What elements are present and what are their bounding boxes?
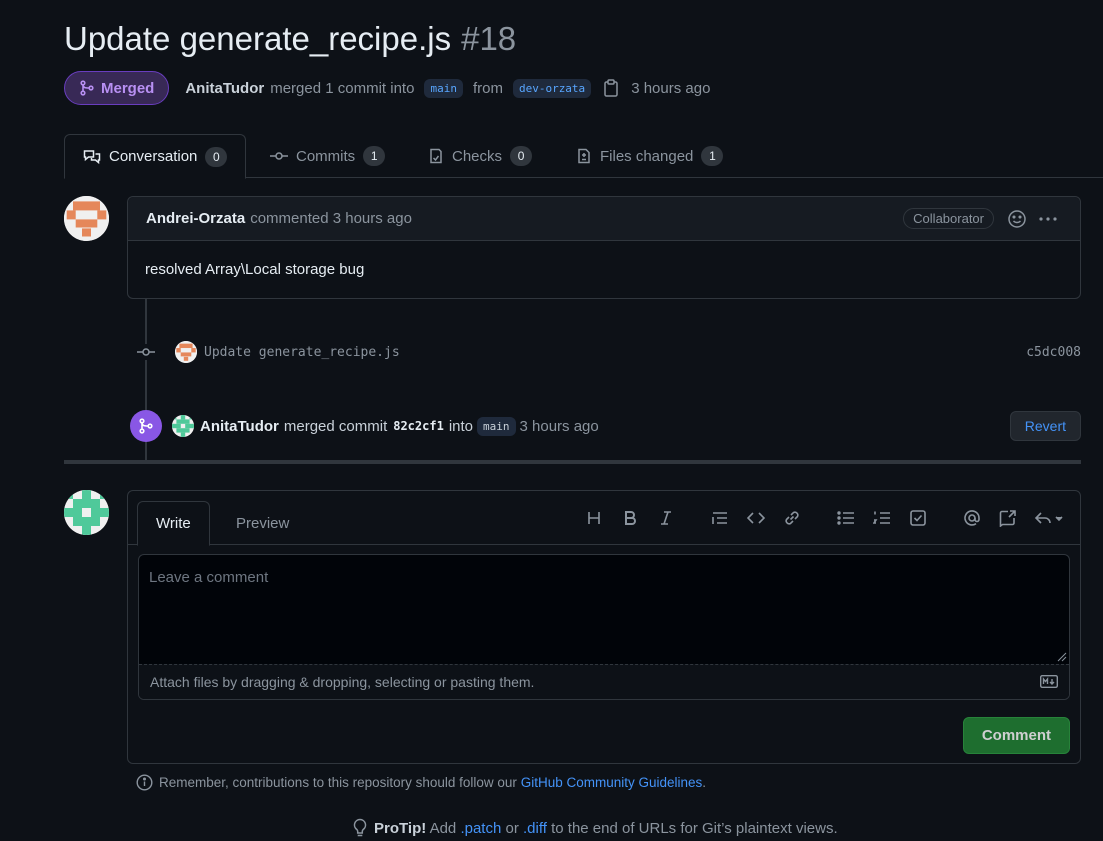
bold-icon[interactable] [619,507,641,529]
merge-text2: into [448,417,473,435]
pr-tabs: Conversation 0 Commits 1 Checks 0 Files … [64,134,1103,179]
cross-reference-icon[interactable] [997,507,1019,529]
diff-link[interactable]: .diff [523,820,547,837]
tab-checks-label: Checks [452,147,503,165]
base-branch[interactable]: main [424,78,463,98]
avatar-andrei-small[interactable] [175,341,197,363]
quote-icon[interactable] [709,507,731,529]
tab-files-count: 1 [701,146,724,166]
comment-box: Andrei-Orzata commented 3 hours ago Coll… [127,196,1081,299]
guidelines-link[interactable]: GitHub Community Guidelines [521,775,703,790]
light-bulb-icon [353,818,367,837]
tab-conversation-count: 0 [205,146,228,167]
tab-checks-count: 0 [510,146,533,166]
protip-t1: Add [429,819,457,837]
head-branch[interactable]: dev-orzata [512,78,592,98]
guidelines-prefix: Remember, contributions to this reposito… [159,775,517,790]
tab-write[interactable]: Write [137,501,210,546]
pr-title: Update generate_recipe.js #18 [64,20,516,58]
commit-message[interactable]: Update generate_recipe.js [204,345,400,360]
tab-commits-label: Commits [296,147,356,165]
checklist-icon [430,148,442,164]
protip-label: ProTip! [374,819,427,837]
comment-action[interactable]: commented 3 hours ago [250,210,412,227]
file-diff-icon [578,148,590,164]
pr-author-link[interactable]: AnitaTudor [185,80,264,97]
tab-files-label: Files changed [600,147,694,165]
from-text: from [472,79,503,97]
comment-author[interactable]: Andrei-Orzata [146,210,245,227]
resize-handle-icon[interactable] [1057,652,1067,662]
attach-files-bar[interactable]: Attach files by dragging & dropping, sel… [139,664,1069,699]
timeline-divider [64,460,1081,464]
avatar-andrei[interactable] [64,196,109,241]
pr-title-text: Update generate_recipe.js [64,20,452,57]
avatar-anita-small[interactable] [172,415,194,437]
git-merge-icon [139,418,153,434]
commit-row: Update generate_recipe.js c5dc008 [136,338,1081,366]
comment-discussion-icon [83,149,101,164]
merge-sha[interactable]: 82c2cf1 [393,419,444,433]
attach-text: Attach files by dragging & dropping, sel… [150,674,535,690]
task-list-icon[interactable] [907,507,929,529]
tab-preview[interactable]: Preview [218,501,307,545]
merged-badge: Merged [64,71,170,105]
merge-event-icon [130,410,162,442]
comment-submit-button[interactable]: Comment [962,717,1070,754]
italic-icon[interactable] [655,507,677,529]
comment-body: resolved Array\Local storage bug [145,261,365,278]
protip-t3: to the end of URLs for Git’s plaintext v… [551,819,838,837]
editor-tabs: Write Preview [128,491,1080,546]
new-comment-editor: Write Preview Leave a comment Attach fil… [127,490,1081,764]
merge-text: merged 1 commit into [270,79,415,97]
git-merge-icon [80,80,94,96]
link-icon[interactable] [781,507,803,529]
guidelines-suffix: . [702,775,707,790]
copy-icon[interactable] [603,79,619,97]
comment-placeholder: Leave a comment [149,569,269,586]
merge-text1: merged commit [283,417,388,435]
markdown-icon[interactable] [1040,675,1058,688]
comment-textarea[interactable]: Leave a comment Attach files by dragging… [138,554,1070,700]
tab-files-changed[interactable]: Files changed 1 [558,134,741,178]
guidelines-note: Remember, contributions to this reposito… [136,774,706,791]
tab-commits-count: 1 [363,146,386,166]
collaborator-badge: Collaborator [903,208,994,229]
merge-user[interactable]: AnitaTudor [200,418,279,435]
info-icon [136,774,153,791]
git-commit-icon [136,344,156,360]
code-icon[interactable] [745,507,767,529]
tab-checks[interactable]: Checks 0 [410,134,550,178]
numbered-list-icon[interactable] [871,507,893,529]
pr-time: 3 hours ago [631,79,711,97]
merge-time[interactable]: 3 hours ago [520,418,599,435]
kebab-menu-icon[interactable] [1038,209,1058,229]
protip-t2: or [505,819,519,837]
merge-branch[interactable]: main [477,416,516,436]
merge-event-row: AnitaTudor merged commit 82c2cf1 into ma… [130,409,1081,443]
avatar-current-user[interactable] [64,490,109,535]
tab-commits[interactable]: Commits 1 [252,134,403,178]
comment-header: Andrei-Orzata commented 3 hours ago Coll… [128,197,1080,241]
pr-meta: Merged AnitaTudor merged 1 commit into m… [64,71,710,105]
protip: ProTip! Add .patch or .diff to the end o… [352,818,838,838]
mention-icon[interactable] [961,507,983,529]
smiley-icon[interactable] [1007,209,1027,229]
tab-conversation[interactable]: Conversation 0 [64,134,247,179]
revert-button[interactable]: Revert [1009,411,1081,441]
patch-link[interactable]: .patch [460,820,501,837]
merged-badge-label: Merged [101,79,155,97]
bulleted-list-icon[interactable] [835,507,857,529]
commit-sha[interactable]: c5dc008 [1026,345,1081,360]
git-commit-icon [270,152,288,160]
heading-icon[interactable] [583,507,605,529]
pr-number: #18 [461,20,517,57]
tab-conversation-label: Conversation [109,148,198,165]
reply-icon[interactable] [1033,507,1067,529]
